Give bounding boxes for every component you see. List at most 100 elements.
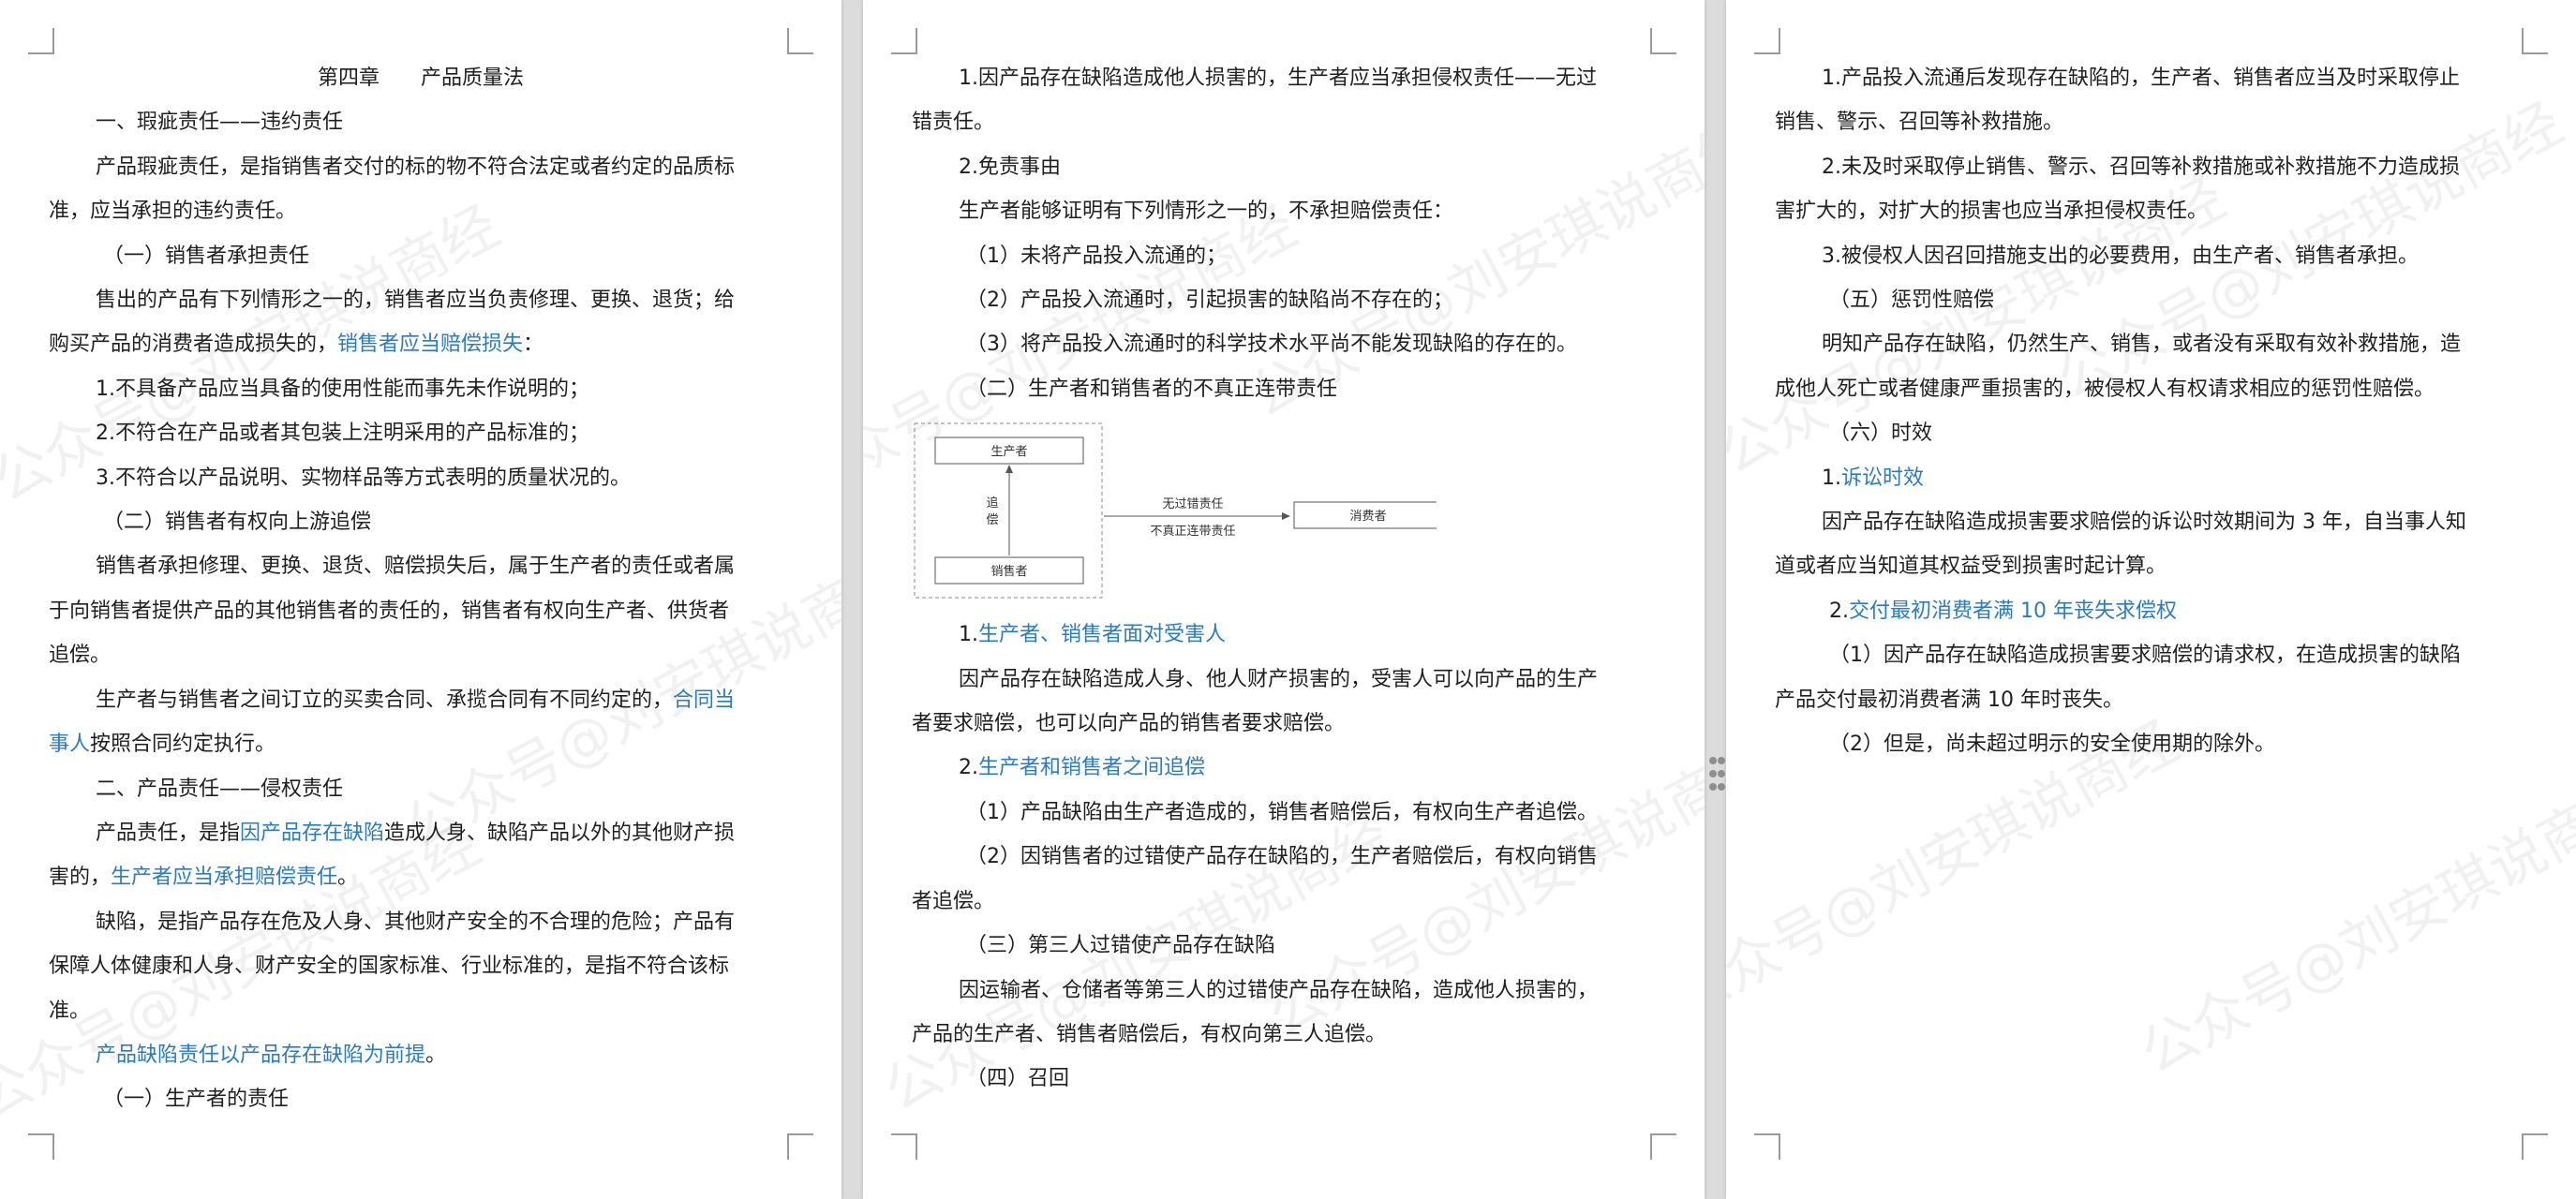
page-corner-mark <box>787 28 813 54</box>
page-content: 1.因产品存在缺陷造成他人损害的，生产者应当承担侵权责任——无过 错责任。 2.免责… <box>912 56 1656 1102</box>
text-run: 道或者应当知道其权益受到损害时起计算。 <box>1775 555 2167 579</box>
text-line: 产品缺陷责任以产品存在缺陷为前提。 <box>49 1033 793 1077</box>
grip-dot <box>1709 770 1717 777</box>
highlighted-term[interactable]: 生产者、销售者面对受害人 <box>978 623 1226 646</box>
text-line: 因产品存在缺陷造成损害要求赔偿的诉讼时效期间为 3 年，自当事人知 <box>1775 500 2527 544</box>
text-run: 产品瑕疵责任，是指销售者交付的标的物不符合法定或者约定的品质标 <box>96 155 736 179</box>
seller-label: 销售者 <box>990 564 1027 579</box>
text-run: 一、瑕疵责任——违约责任 <box>96 111 344 135</box>
text-run: 3.被侵权人因召回措施支出的必要费用，由生产者、销售者承担。 <box>1822 244 2419 268</box>
text-run: 1. <box>959 623 978 647</box>
text-line: 产品瑕疵责任，是指销售者交付的标的物不符合法定或者约定的品质标 <box>49 145 793 189</box>
text-line: 3.不符合以产品说明、实物样品等方式表明的质量状况的。 <box>49 456 793 500</box>
page-corner-mark <box>28 28 54 54</box>
text-run: （二）生产者和销售者的不真正连带责任 <box>966 377 1338 401</box>
text-run: 二、产品责任——侵权责任 <box>96 777 344 801</box>
text-line: 2.不符合在产品或者其包装上注明采用的产品标准的； <box>49 411 793 455</box>
page-corner-mark <box>891 28 917 54</box>
text-line: （2）产品投入流通时，引起损害的缺陷尚不存在的； <box>912 278 1656 322</box>
text-line: （六）时效 <box>1775 411 2527 455</box>
page-corner-mark <box>2522 1133 2548 1160</box>
text-run: （一）销售者承担责任 <box>103 244 310 268</box>
recourse-arrowhead <box>1005 465 1013 474</box>
text-run: 销售者承担修理、更换、退货、赔偿损失后，属于生产者的责任或者属 <box>96 555 736 579</box>
text-run: 错责任。 <box>912 111 995 135</box>
text-line: 购买产品的消费者造成损失的，销售者应当赔偿损失： <box>49 322 793 366</box>
recourse-label-2: 偿 <box>986 513 998 527</box>
text-run: 缺陷，是指产品存在危及人身、其他财产安全的不合理的危险；产品有 <box>96 910 736 934</box>
text-run: 销售、警示、召回等补救措施。 <box>1775 111 2064 135</box>
consumer-label: 消费者 <box>1349 510 1386 524</box>
highlighted-term[interactable]: 生产者和销售者之间追偿 <box>978 756 1205 779</box>
text-line: （1）因产品存在缺陷造成损害要求赔偿的请求权，在造成损害的缺陷 <box>1775 633 2527 677</box>
no-fault-liability-label: 无过错责任 <box>1162 497 1223 511</box>
text-run: （三）第三人过错使产品存在缺陷 <box>966 934 1276 958</box>
grip-dot <box>1709 757 1717 764</box>
text-run: （2）产品投入流通时，引起损害的缺陷尚不存在的； <box>966 289 1453 313</box>
page-corner-mark <box>1754 1133 1780 1160</box>
text-run: 保障人体健康和人身、财产安全的国家标准、行业标准的，是指不符合该标 <box>49 955 730 979</box>
text-line: 产品的生产者、销售者赔偿后，有权向第三人追偿。 <box>912 1013 1656 1057</box>
highlighted-term[interactable]: 事人 <box>49 733 90 756</box>
text-run: 售出的产品有下列情形之一的，销售者应当负责修理、更换、退货；给 <box>96 289 736 313</box>
text-line: （二）生产者和销售者的不真正连带责任 <box>912 367 1656 411</box>
text-line: 于向销售者提供产品的其他销售者的责任的，销售者有权向生产者、供货者 <box>49 589 793 633</box>
highlighted-term[interactable]: 交付最初消费者满 10 年丧失求偿权 <box>1849 600 2177 623</box>
highlighted-term[interactable]: 产品缺陷责任以产品存在缺陷为前提 <box>96 1044 425 1067</box>
text-run: 2. <box>1829 599 1849 623</box>
text-line: 因运输者、仓储者等第三人的过错使产品存在缺陷，造成他人损害的， <box>912 969 1656 1013</box>
text-line: 因产品存在缺陷造成人身、他人财产损害的，受害人可以向产品的生产 <box>912 658 1656 702</box>
text-line: （五）惩罚性赔偿 <box>1775 278 2527 322</box>
text-line: 生产者与销售者之间订立的买卖合同、承揽合同有不同约定的，合同当 <box>49 678 793 722</box>
chapter-title: 第四章 产品质量法 <box>49 56 793 100</box>
text-run: 准，应当承担的违约责任。 <box>49 200 297 224</box>
page-content: 第四章 产品质量法一、瑕疵责任——违约责任产品瑕疵责任，是指销售者交付的标的物不… <box>49 56 793 1122</box>
text-line: 成他人死亡或者健康严重损害的，被侵权人有权请求相应的惩罚性赔偿。 <box>1775 367 2527 411</box>
text-run: （2）因销售者的过错使产品存在缺陷的，生产者赔偿后，有权向销售 <box>966 845 1598 869</box>
text-run: 产品的生产者、销售者赔偿后，有权向第三人追偿。 <box>912 1022 1387 1046</box>
text-run: 按照合同约定执行。 <box>90 733 276 757</box>
text-line: 准。 <box>49 989 793 1033</box>
text-line: 1.诉讼时效 <box>1775 456 2527 500</box>
text-line: 追偿。 <box>49 633 793 677</box>
highlighted-term[interactable]: 销售者应当赔偿损失 <box>337 333 523 356</box>
text-line: 3.被侵权人因召回措施支出的必要费用，由生产者、销售者承担。 <box>1775 234 2527 278</box>
text-line: 缺陷，是指产品存在危及人身、其他财产安全的不合理的危险；产品有 <box>49 900 793 944</box>
text-line: 一、瑕疵责任——违约责任 <box>49 100 793 144</box>
grip-dot <box>1718 770 1725 777</box>
text-run: 购买产品的消费者造成损失的， <box>49 333 338 357</box>
text-run: 者要求赔偿，也可以向产品的销售者要求赔偿。 <box>912 712 1346 736</box>
pane-resize-handle[interactable] <box>1709 757 1725 800</box>
text-line: 2.生产者和销售者之间追偿 <box>912 746 1656 790</box>
text-run: 因产品存在缺陷造成人身、他人财产损害的，受害人可以向产品的生产 <box>959 667 1599 691</box>
highlighted-term[interactable]: 因产品存在缺陷 <box>240 822 384 845</box>
text-line: 害扩大的，对扩大的损害也应当承担侵权责任。 <box>1775 189 2527 233</box>
text-run: （二）销售者有权向上游追偿 <box>103 511 372 535</box>
text-run: 第四章 产品质量法 <box>317 67 524 90</box>
text-line: 1.产品投入流通后发现存在缺陷的，生产者、销售者应当及时采取停止 <box>1775 56 2527 100</box>
text-run: （五）惩罚性赔偿 <box>1829 289 1995 313</box>
text-run: （一）生产者的责任 <box>103 1088 290 1112</box>
text-run: （2）但是，尚未超过明示的安全使用期的除外。 <box>1829 733 2275 757</box>
text-run: 2.未及时采取停止销售、警示、召回等补救措施或补救措施不力造成损 <box>1822 155 2460 179</box>
text-line: （二）销售者有权向上游追偿 <box>49 500 793 544</box>
page-content: 1.产品投入流通后发现存在缺陷的，生产者、销售者应当及时采取停止销售、警示、召回… <box>1775 56 2527 767</box>
diagram-svg: 生产者销售者 追偿 无过错责任不真正连带责任 消费者 <box>914 422 1437 599</box>
joint-liability-label: 不真正连带责任 <box>1150 524 1235 539</box>
highlighted-term[interactable]: 诉讼时效 <box>1841 466 1924 490</box>
text-run: 于向销售者提供产品的其他销售者的责任的，销售者有权向生产者、供货者 <box>49 599 730 623</box>
highlighted-term[interactable]: 合同当 <box>673 688 735 712</box>
text-line: 错责任。 <box>912 100 1656 144</box>
text-run: 3.不符合以产品说明、实物样品等方式表明的质量状况的。 <box>96 466 631 490</box>
page-corner-mark <box>1650 1133 1676 1160</box>
text-run: 1.产品投入流通后发现存在缺陷的，生产者、销售者应当及时采取停止 <box>1822 67 2460 90</box>
text-run: 产品责任，是指 <box>96 821 241 845</box>
text-run: 。 <box>337 866 359 890</box>
liability-diagram: 生产者 销售者 追偿 无过错责任 不真正连带责任 消费者 <box>912 411 1656 613</box>
text-line: （2）但是，尚未超过明示的安全使用期的除外。 <box>1775 722 2527 766</box>
text-line: 道或者应当知道其权益受到损害时起计算。 <box>1775 544 2527 588</box>
highlighted-term[interactable]: 生产者应当承担赔偿责任 <box>111 866 337 889</box>
text-run: 害扩大的，对扩大的损害也应当承担侵权责任。 <box>1775 200 2209 224</box>
producer-label: 生产者 <box>990 445 1027 459</box>
text-run: 1.因产品存在缺陷造成他人损害的，生产者应当承担侵权责任——无过 <box>959 67 1597 90</box>
